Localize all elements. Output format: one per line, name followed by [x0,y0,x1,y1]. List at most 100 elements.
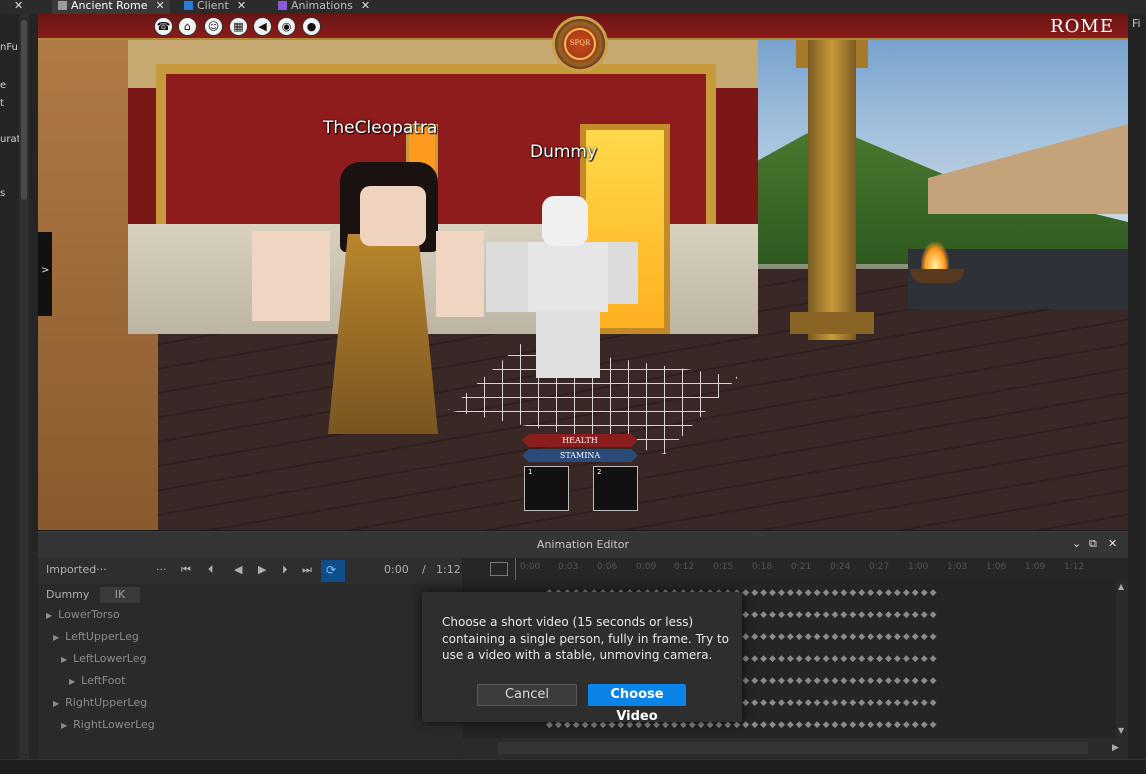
timeline-tick: 0:12 [674,562,695,572]
tree-item-label: LowerTorso [58,608,120,621]
timeline-tick: 1:12 [1064,562,1085,572]
left-panel-text: s [0,188,6,199]
scroll-right-icon[interactable]: ▶ [1112,743,1119,753]
step-forward-icon[interactable]: ⏵ [282,563,288,577]
expand-arrow-icon[interactable]: ▶ [69,677,75,686]
timeline-tick: 0:15 [713,562,734,572]
right-panel: Fi [1128,14,1146,759]
expand-arrow-icon[interactable]: ▶ [61,721,67,730]
left-panel-text: urat [0,134,21,145]
chevron-down-icon[interactable]: ⌄ [1072,537,1081,550]
skip-start-icon[interactable]: ⏮ [181,563,191,577]
collapse-toggle[interactable]: > [38,232,52,316]
timeline-tick: 0:27 [869,562,890,572]
timeline-tick: 0:06 [597,562,618,572]
shop-icon[interactable]: ☎ [154,17,173,36]
cancel-button[interactable]: Cancel [477,684,577,706]
animation-name[interactable]: Imported··· [46,563,107,576]
rig-row: Dummy IK [38,584,462,606]
golden-column [808,40,856,340]
inventory-slot[interactable]: 1 [524,466,569,511]
panel-title: Animation Editor [536,538,630,551]
tree-item[interactable]: ▶ LeftLowerLeg [61,652,147,665]
timeline-tick: 0:00 [520,562,541,572]
loop-button[interactable]: ⟳ [321,560,345,582]
timeline-tick: 1:00 [908,562,929,572]
time-total[interactable]: 1:12 [436,563,461,576]
health-bar: HEALTH [522,434,638,447]
scrollbar-thumb[interactable] [498,742,1088,754]
location-icon[interactable]: ● [302,17,321,36]
timeline-vertical-scrollbar[interactable]: ▲ ▼ [1116,580,1128,740]
basket-icon[interactable]: ⌂ [178,17,197,36]
chevron-right-icon: > [41,265,50,276]
animation-editor-titlebar: Animation Editor ⌄ ⧉ ✕ [38,532,1128,558]
reverse-play-icon[interactable]: ◀ [234,563,242,576]
tree-item[interactable]: ▶ LeftUpperLeg [53,630,139,643]
tab-label: Ancient Rome [71,0,148,12]
game-viewport[interactable]: TheCleopatra Dummy ☎ ⌂ ☺ ▦ ◀ ◉ ● ROME SP… [38,14,1128,530]
people-icon[interactable]: ☺ [204,17,223,36]
timeline-tick: 0:24 [830,562,851,572]
tab-ancient-rome[interactable]: Ancient Rome ✕ [52,0,170,14]
close-icon[interactable]: ✕ [1108,537,1117,550]
choose-video-button[interactable]: Choose Video [588,684,686,724]
dummy-arm [486,242,532,312]
timeline-tick: 1:03 [947,562,968,572]
dummy-head [542,196,588,246]
expand-arrow-icon[interactable]: ▶ [46,611,52,620]
sound-icon[interactable]: ◀ [253,17,272,36]
curve-editor-icon[interactable] [490,562,508,576]
ik-button[interactable]: IK [100,587,140,603]
scroll-down-icon[interactable]: ▼ [1118,726,1124,735]
close-icon[interactable]: ✕ [156,0,165,12]
emblem-text: SPQR [569,39,591,47]
slot-number: 1 [528,468,533,476]
timeline-tick: 0:09 [636,562,657,572]
cleopatra-arm [436,231,484,317]
stamina-label: STAMINA [559,451,601,460]
client-icon [184,1,193,10]
inventory-slot[interactable]: 2 [593,466,638,511]
tab-client[interactable]: Client ✕ [180,0,270,14]
close-icon[interactable]: ✕ [237,0,246,12]
tab-close-prev[interactable]: ✕ [0,0,38,14]
rig-name: Dummy [46,588,90,601]
time-current[interactable]: 0:00 [384,563,409,576]
popout-icon[interactable]: ⧉ [1089,537,1097,551]
scrollbar-thumb[interactable] [21,20,27,200]
timeline-tick: 0:18 [752,562,773,572]
tree-item[interactable]: ▶ LeftFoot [69,674,126,687]
cleopatra-head [360,186,426,246]
more-icon[interactable]: ··· [156,563,167,576]
eye-icon[interactable]: ◉ [277,17,296,36]
close-icon[interactable]: ✕ [361,0,370,12]
tree-item[interactable]: ▶ RightUpperLeg [53,696,147,709]
tree-item[interactable]: ▶ RightLowerLeg [61,718,155,731]
place-icon [58,1,67,10]
tree-item[interactable]: ▶ LowerTorso [46,608,120,621]
choose-video-dialog: Choose a short video (15 seconds or less… [422,592,742,724]
step-back-icon[interactable]: ⏴ [208,563,214,577]
tab-animations[interactable]: Animations ✕ [276,0,386,14]
stamina-bar: STAMINA [522,449,638,462]
expand-arrow-icon[interactable]: ▶ [53,699,59,708]
skip-end-icon[interactable]: ⏭ [302,563,312,577]
slot-number: 2 [597,468,602,476]
expand-arrow-icon[interactable]: ▶ [53,633,59,642]
script-icon [278,1,287,10]
play-icon[interactable]: ▶ [258,563,266,576]
player-nametag: TheCleopatra [323,118,438,138]
region-title: ROME [1050,16,1114,37]
tab-label: Animations [291,0,353,12]
brazier [910,269,964,283]
close-icon[interactable]: ✕ [14,0,23,12]
map-icon[interactable]: ▦ [229,17,248,36]
status-bar [0,759,1146,774]
timeline-ruler[interactable]: 0:00 0:03 0:06 0:09 0:12 0:15 0:18 0:21 … [462,558,1128,580]
scroll-up-icon[interactable]: ▲ [1118,582,1124,591]
timeline-tick: 0:03 [558,562,579,572]
right-panel-text: Fi [1132,17,1141,30]
expand-arrow-icon[interactable]: ▶ [61,655,67,664]
tree-item-label: RightLowerLeg [73,718,155,731]
